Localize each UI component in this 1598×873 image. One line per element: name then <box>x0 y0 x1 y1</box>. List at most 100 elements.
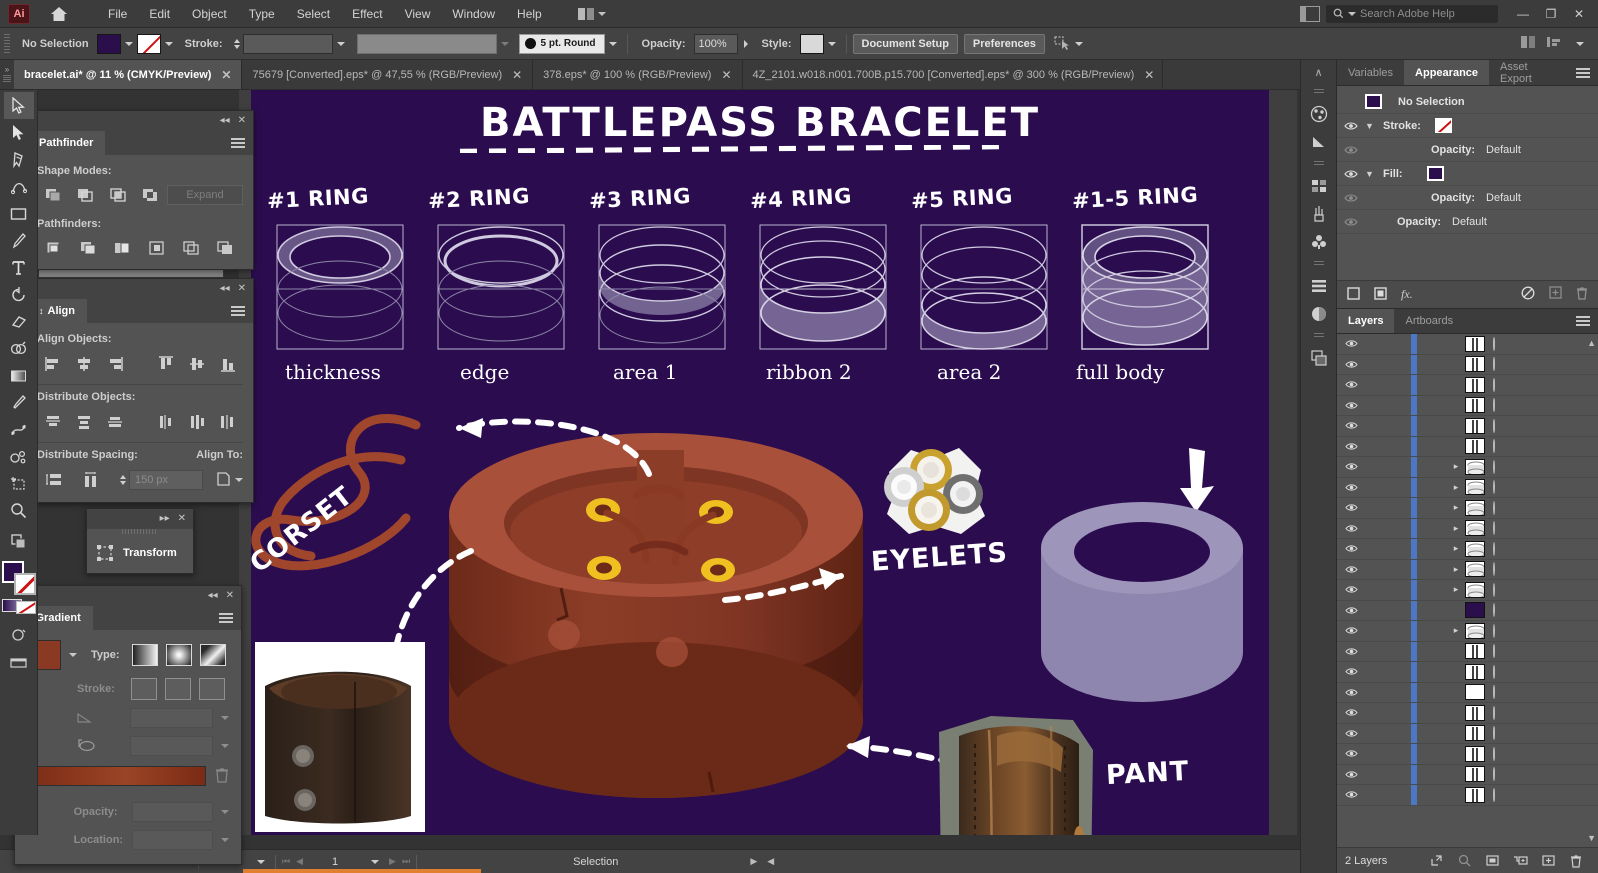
direct-selection-tool[interactable] <box>4 119 34 146</box>
chevron-down-icon[interactable] <box>235 478 243 482</box>
vertical-align-middle-button[interactable] <box>181 352 212 376</box>
search-icon[interactable] <box>1450 854 1478 868</box>
layers-panel-icon[interactable] <box>1305 345 1333 371</box>
expand-layer-icon[interactable]: ▸ <box>1447 482 1465 493</box>
layer-row[interactable]: ▸ <box>1337 580 1598 601</box>
next-artboard-icon[interactable]: ▶ <box>389 856 396 867</box>
layer-row[interactable] <box>1337 683 1598 704</box>
opacity-value[interactable]: Default <box>1452 216 1487 228</box>
brushes-panel-icon[interactable] <box>1305 201 1333 227</box>
menu-file[interactable]: File <box>98 3 137 25</box>
visibility-eye-icon[interactable] <box>1337 647 1365 656</box>
swatches-panel-icon[interactable] <box>1305 173 1333 199</box>
layer-row[interactable]: ▸ <box>1337 539 1598 560</box>
layer-name[interactable] <box>1493 604 1511 616</box>
layer-row[interactable]: ▸ <box>1337 560 1598 581</box>
freeform-gradient-button[interactable] <box>200 644 226 666</box>
collapse-icon[interactable]: ◂◂ <box>220 284 230 294</box>
close-icon[interactable]: ✕ <box>226 591 234 601</box>
menu-view[interactable]: View <box>395 3 441 25</box>
pathfinder-panel-menu-icon[interactable] <box>223 131 253 155</box>
last-artboard-icon[interactable]: ⏭ <box>402 856 410 867</box>
visibility-eye-icon[interactable] <box>1337 606 1365 615</box>
stroke-weight-field[interactable] <box>243 34 333 54</box>
status-indicator[interactable]: Selection <box>567 850 624 873</box>
appearance-object-opacity-row[interactable]: Opacity: Default <box>1337 210 1598 234</box>
locate-object-icon[interactable] <box>1422 854 1450 868</box>
expand-layer-icon[interactable]: ▸ <box>1447 502 1465 513</box>
visibility-eye-icon[interactable] <box>1343 169 1359 179</box>
visibility-eye-icon[interactable] <box>1337 565 1365 574</box>
pathfinder-panel[interactable]: ◂◂ ✕ Pathfinder Shape Modes: <box>26 110 254 270</box>
menu-effect[interactable]: Effect <box>342 3 392 25</box>
expand-icon[interactable]: ▸▸ <box>160 514 170 524</box>
layer-target-indicator[interactable] <box>1493 542 1495 556</box>
control-bar-overflow-chevron-icon[interactable] <box>1572 34 1588 54</box>
layer-name[interactable] <box>1493 440 1511 452</box>
pathfinder-minus-back-button[interactable] <box>209 237 243 259</box>
gradient-panel[interactable]: ◂◂ ✕ ↕ Gradient Type: Stroke: <box>14 585 242 865</box>
fill-swatch[interactable] <box>1427 166 1444 181</box>
document-tab-378[interactable]: 378.eps* @ 100 % (RGB/Preview) ✕ <box>533 60 742 89</box>
visibility-eye-icon[interactable] <box>1337 749 1365 758</box>
scroll-down-icon[interactable]: ▼ <box>1587 833 1596 843</box>
previous-artboard-icon[interactable]: ◀ <box>296 856 303 867</box>
layer-row[interactable]: ▸ <box>1337 621 1598 642</box>
expand-button[interactable]: Expand <box>167 185 243 205</box>
gradient-location-field[interactable] <box>132 830 213 850</box>
layer-target-indicator[interactable] <box>1493 726 1495 740</box>
shape-builder-tool[interactable] <box>4 335 34 362</box>
visibility-eye-icon[interactable] <box>1337 585 1365 594</box>
artboard-tool[interactable] <box>4 470 34 497</box>
layer-name[interactable] <box>1493 358 1511 370</box>
layer-name[interactable] <box>1493 461 1511 473</box>
graphic-style-swatch[interactable] <box>800 34 824 54</box>
visibility-eye-icon[interactable] <box>1337 421 1365 430</box>
layer-target-indicator[interactable] <box>1493 398 1495 412</box>
pathfinder-panel-header[interactable]: ◂◂ ✕ <box>27 111 253 131</box>
control-bar-grip[interactable] <box>4 34 10 54</box>
horizontal-distribute-space-button[interactable] <box>73 468 109 492</box>
menu-type[interactable]: Type <box>239 3 285 25</box>
chevron-down-icon[interactable]: ▼ <box>1365 121 1377 131</box>
fill-stroke-indicator[interactable] <box>2 561 36 595</box>
symbols-panel-icon[interactable] <box>1305 229 1333 255</box>
layer-target-indicator[interactable] <box>1493 603 1495 617</box>
appearance-stroke-opacity-row[interactable]: Opacity: Default <box>1337 138 1598 162</box>
layer-name[interactable] <box>1493 625 1511 637</box>
vertical-distribute-top-button[interactable] <box>37 410 68 434</box>
stroke-swatch[interactable] <box>1435 118 1452 133</box>
pathfinder-trim-button[interactable] <box>71 237 105 259</box>
layer-target-indicator[interactable] <box>1493 624 1495 638</box>
layer-name[interactable] <box>1493 707 1511 719</box>
opacity-field[interactable]: 100% <box>694 34 738 54</box>
first-artboard-icon[interactable]: ⏮ <box>282 856 290 867</box>
curvature-tool[interactable] <box>4 173 34 200</box>
screen-mode-icon[interactable] <box>4 648 34 675</box>
collapse-icon[interactable]: ◂◂ <box>208 591 218 601</box>
tab-bar-grip[interactable]: » <box>0 60 14 89</box>
zoom-tool[interactable] <box>4 497 34 524</box>
layer-row[interactable] <box>1337 375 1598 396</box>
close-icon[interactable]: ✕ <box>1144 69 1154 81</box>
linear-gradient-button[interactable] <box>132 644 158 666</box>
selection-fill-swatch[interactable] <box>1365 94 1382 109</box>
expand-layer-icon[interactable]: ▸ <box>1447 461 1465 472</box>
gradient-panel-menu-icon[interactable] <box>211 606 241 630</box>
visibility-eye-icon[interactable] <box>1337 688 1365 697</box>
layer-row[interactable] <box>1337 355 1598 376</box>
layer-target-indicator[interactable] <box>1493 501 1495 515</box>
horizontal-align-right-button[interactable] <box>99 352 130 376</box>
visibility-eye-icon[interactable] <box>1337 790 1365 799</box>
visibility-eye-icon[interactable] <box>1337 626 1365 635</box>
gradient-panel-header[interactable]: ◂◂ ✕ <box>15 586 241 606</box>
spacing-stepper[interactable] <box>117 470 129 490</box>
close-icon[interactable]: ✕ <box>512 69 522 81</box>
toolbar-stroke-swatch[interactable] <box>14 573 36 595</box>
vertical-distribute-center-button[interactable] <box>68 410 99 434</box>
align-panel-icon[interactable] <box>1546 35 1564 53</box>
transform-panel-header[interactable]: ▸▸ ✕ <box>87 509 193 529</box>
arrange-documents-button[interactable] <box>572 5 612 23</box>
tab-appearance[interactable]: Appearance <box>1404 60 1489 85</box>
horizontal-align-center-button[interactable] <box>68 352 99 376</box>
